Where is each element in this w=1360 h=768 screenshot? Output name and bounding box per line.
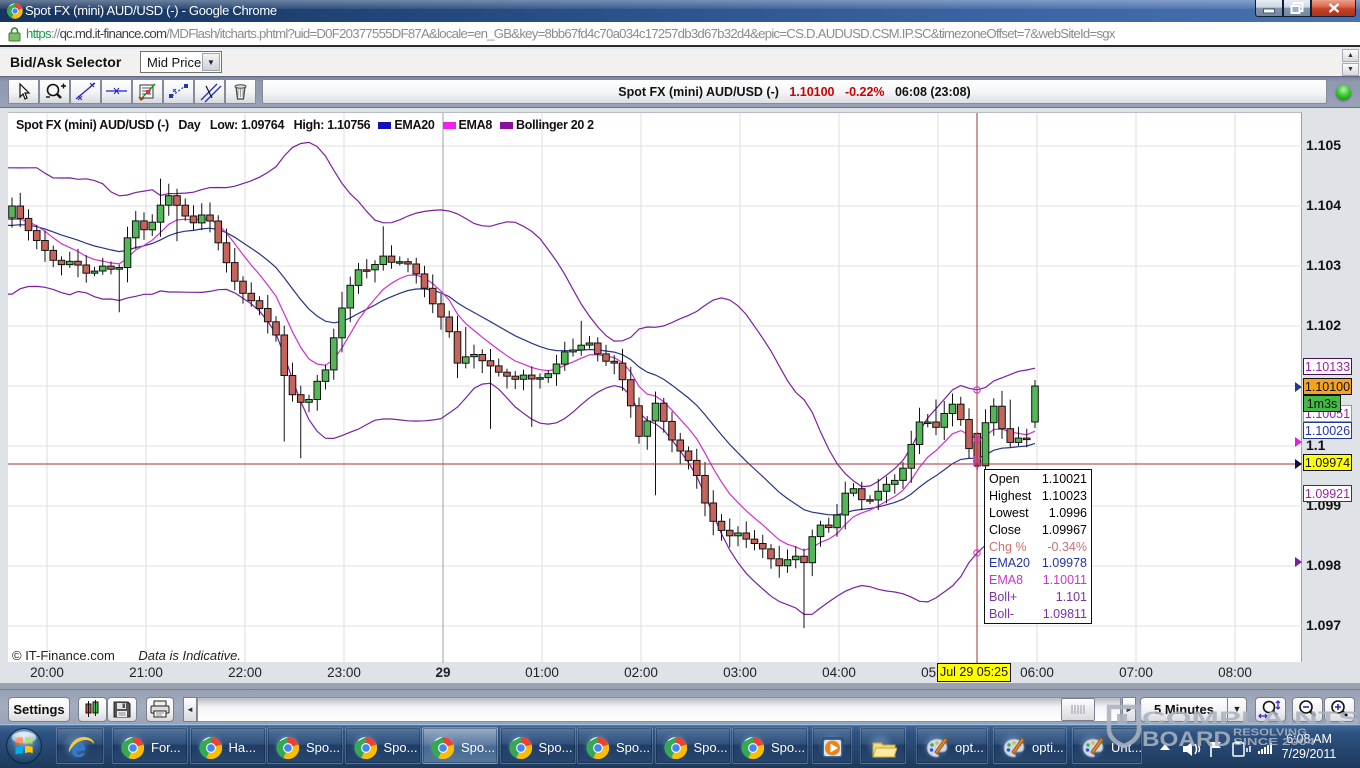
svg-text:COMPLAINTS: COMPLAINTS — [1142, 708, 1360, 729]
svg-text:BOARD: BOARD — [1142, 728, 1231, 751]
svg-text:SINCE 2004: SINCE 2004 — [1233, 737, 1316, 748]
